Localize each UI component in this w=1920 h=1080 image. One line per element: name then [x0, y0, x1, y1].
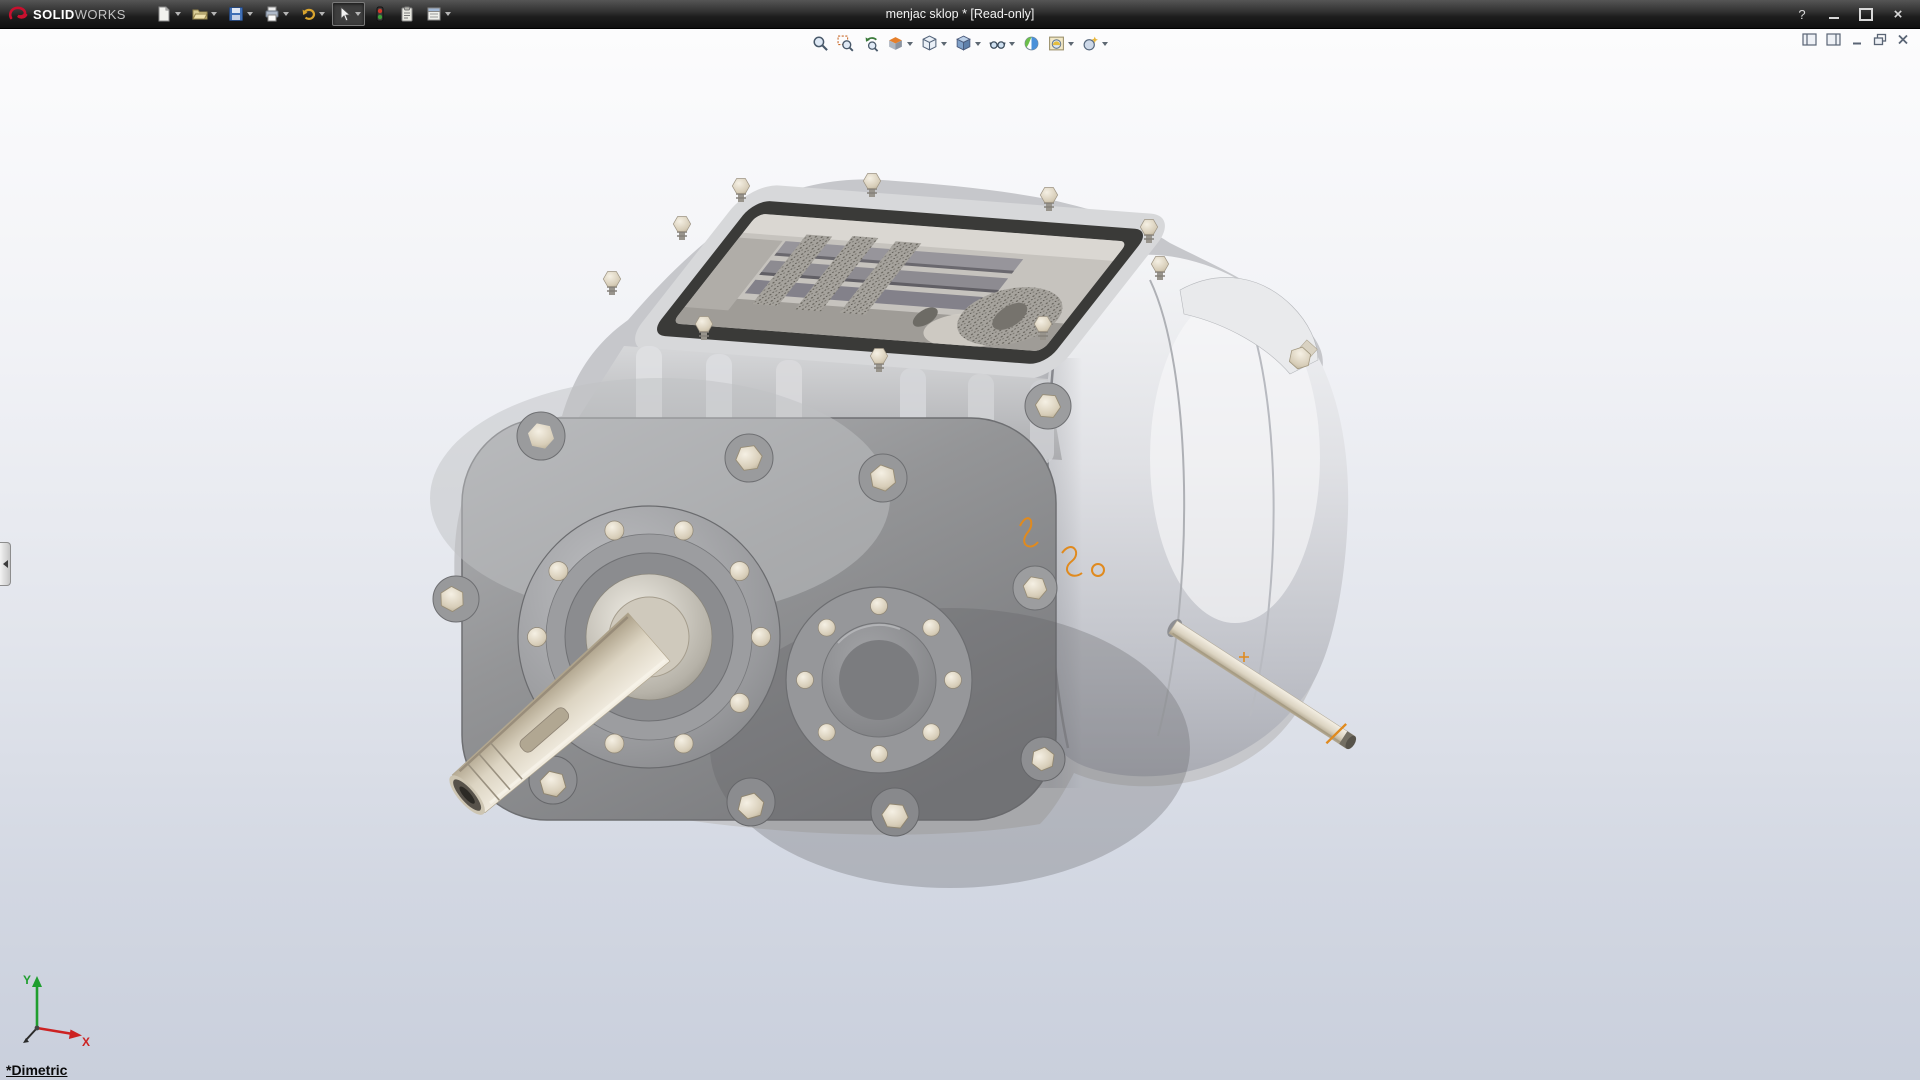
triad-y-label: Y [23, 973, 31, 987]
undo-dropdown-arrow [319, 12, 325, 16]
edit-appearance-button[interactable] [1020, 33, 1043, 54]
side-cover [786, 587, 972, 773]
orientation-triad[interactable]: Y X [10, 970, 94, 1054]
select-dropdown-arrow [355, 12, 361, 16]
view-settings-button[interactable] [1079, 33, 1111, 54]
graphics-viewport[interactable]: Y X *Dimetric [0, 28, 1920, 1080]
previous-view-button[interactable] [859, 33, 882, 54]
new-dropdown-arrow [175, 12, 181, 16]
rebuild-stoplight-button[interactable] [368, 2, 392, 26]
scene-ball-icon [1048, 35, 1065, 52]
view-settings-icon [1082, 35, 1099, 52]
glasses-icon [989, 35, 1006, 52]
print-icon [264, 6, 280, 22]
undo-button[interactable] [296, 2, 329, 26]
display-style-button[interactable] [952, 33, 984, 54]
select-cursor-icon [336, 6, 352, 22]
triad-y-axis: Y [23, 973, 42, 1028]
panel-flyout-tab[interactable] [0, 542, 11, 586]
maximize-button[interactable] [1858, 6, 1874, 22]
view-orientation-dropdown-arrow [941, 42, 947, 46]
save-button[interactable] [224, 2, 257, 26]
document-window-controls [1802, 33, 1910, 46]
close-icon: × [1894, 7, 1903, 22]
save-icon [228, 6, 244, 22]
brand-name: SOLIDWORKS [33, 7, 126, 22]
titlebar: SOLIDWORKS [0, 0, 1920, 29]
section-view-dropdown-arrow [907, 42, 913, 46]
window-controls: ? × [1794, 6, 1920, 22]
heads-up-view-toolbar [809, 33, 1111, 54]
minimize-icon [1829, 17, 1839, 19]
brand-works: WORKS [75, 7, 126, 22]
brand-solid: SOLID [33, 7, 75, 22]
section-view-button[interactable] [884, 33, 916, 54]
display-style-dropdown-arrow [975, 42, 981, 46]
view-settings-dropdown-arrow [1102, 42, 1108, 46]
minimize-document-button[interactable] [1850, 33, 1864, 46]
zoom-fit-icon [812, 35, 829, 52]
print-button[interactable] [260, 2, 293, 26]
zoom-to-area-button[interactable] [834, 33, 857, 54]
hide-show-dropdown-arrow [1009, 42, 1015, 46]
3d-model-canvas[interactable] [0, 28, 1920, 1080]
close-icon [1896, 33, 1910, 46]
triad-x-label: X [82, 1035, 90, 1049]
triad-origin [35, 1026, 40, 1031]
triad-z-axis [23, 1028, 37, 1043]
save-dropdown-arrow [247, 12, 253, 16]
restore-icon [1873, 33, 1887, 46]
options-dropdown-arrow [445, 12, 451, 16]
select-button[interactable] [332, 2, 365, 26]
clipboard-icon [399, 6, 415, 22]
flyout-arrow-icon [3, 560, 8, 568]
section-view-icon [887, 35, 904, 52]
pane-toggle-left-button[interactable] [1802, 33, 1817, 46]
app-logo: SOLIDWORKS [0, 5, 138, 23]
open-dropdown-arrow [211, 12, 217, 16]
main-toolbar [152, 2, 455, 26]
display-style-icon [955, 35, 972, 52]
pane-toggle-right-button[interactable] [1826, 33, 1841, 46]
new-document-icon [156, 6, 172, 22]
maximize-icon [1859, 8, 1873, 21]
restore-document-button[interactable] [1873, 33, 1887, 46]
undo-icon [300, 6, 316, 22]
solidworks-app-window: { "app": { "brand": { "name_bold": "SOLI… [0, 0, 1920, 1080]
close-document-button[interactable] [1896, 33, 1910, 46]
options-button[interactable] [422, 2, 455, 26]
minimize-button[interactable] [1826, 6, 1842, 22]
triad-x-axis: X [37, 1028, 90, 1049]
view-orientation-button[interactable] [918, 33, 950, 54]
dassault-ds-logo-icon [8, 5, 28, 23]
help-glyph: ? [1798, 8, 1805, 21]
close-button[interactable]: × [1890, 6, 1906, 22]
pane-left-icon [1802, 33, 1817, 46]
minimize-icon [1850, 33, 1864, 46]
previous-view-icon [862, 35, 879, 52]
options-icon [426, 6, 442, 22]
view-cube-icon [921, 35, 938, 52]
document-title: menjac sklop * [Read-only] [886, 7, 1035, 21]
help-button[interactable]: ? [1794, 6, 1810, 22]
gearbox-model[interactable] [430, 173, 1361, 888]
apply-scene-dropdown-arrow [1068, 42, 1074, 46]
view-orientation-label: *Dimetric [6, 1062, 67, 1078]
open-button[interactable] [188, 2, 221, 26]
hide-show-items-button[interactable] [986, 33, 1018, 54]
apply-scene-button[interactable] [1045, 33, 1077, 54]
appearance-ball-icon [1023, 35, 1040, 52]
open-folder-icon [192, 6, 208, 22]
new-document-button[interactable] [152, 2, 185, 26]
file-properties-button[interactable] [395, 2, 419, 26]
zoom-area-icon [837, 35, 854, 52]
pane-right-icon [1826, 33, 1841, 46]
zoom-to-fit-button[interactable] [809, 33, 832, 54]
print-dropdown-arrow [283, 12, 289, 16]
stoplight-icon [372, 6, 388, 22]
